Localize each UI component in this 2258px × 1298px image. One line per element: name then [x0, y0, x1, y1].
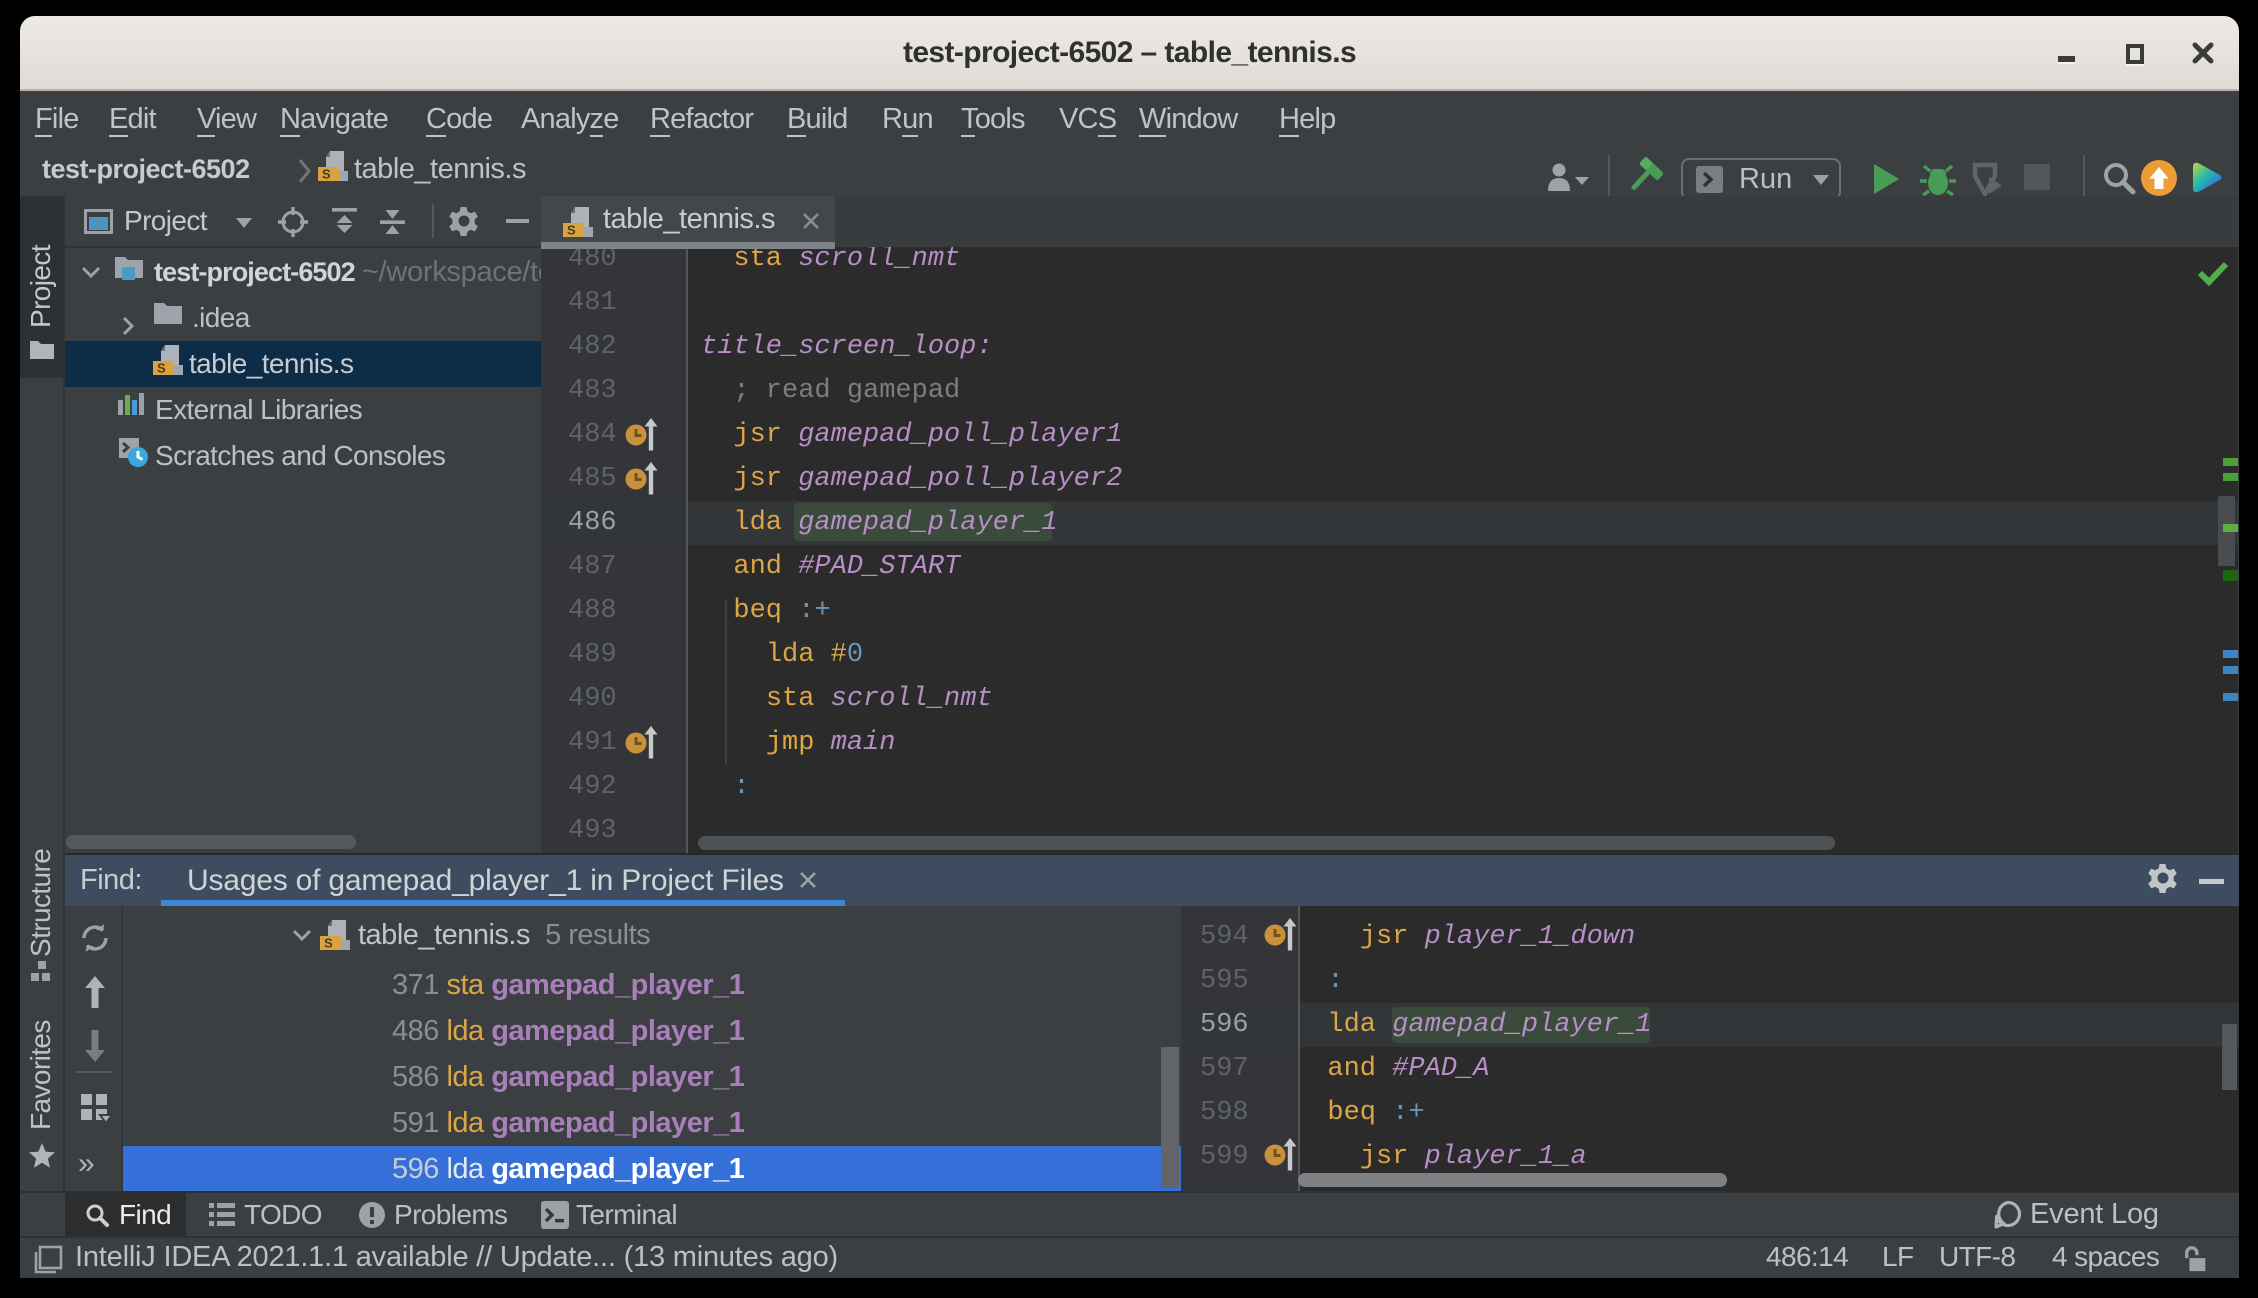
svg-text:S: S: [322, 167, 331, 182]
svg-text:S: S: [157, 361, 166, 376]
svg-text:S: S: [324, 936, 333, 951]
svg-text:S: S: [567, 223, 576, 238]
